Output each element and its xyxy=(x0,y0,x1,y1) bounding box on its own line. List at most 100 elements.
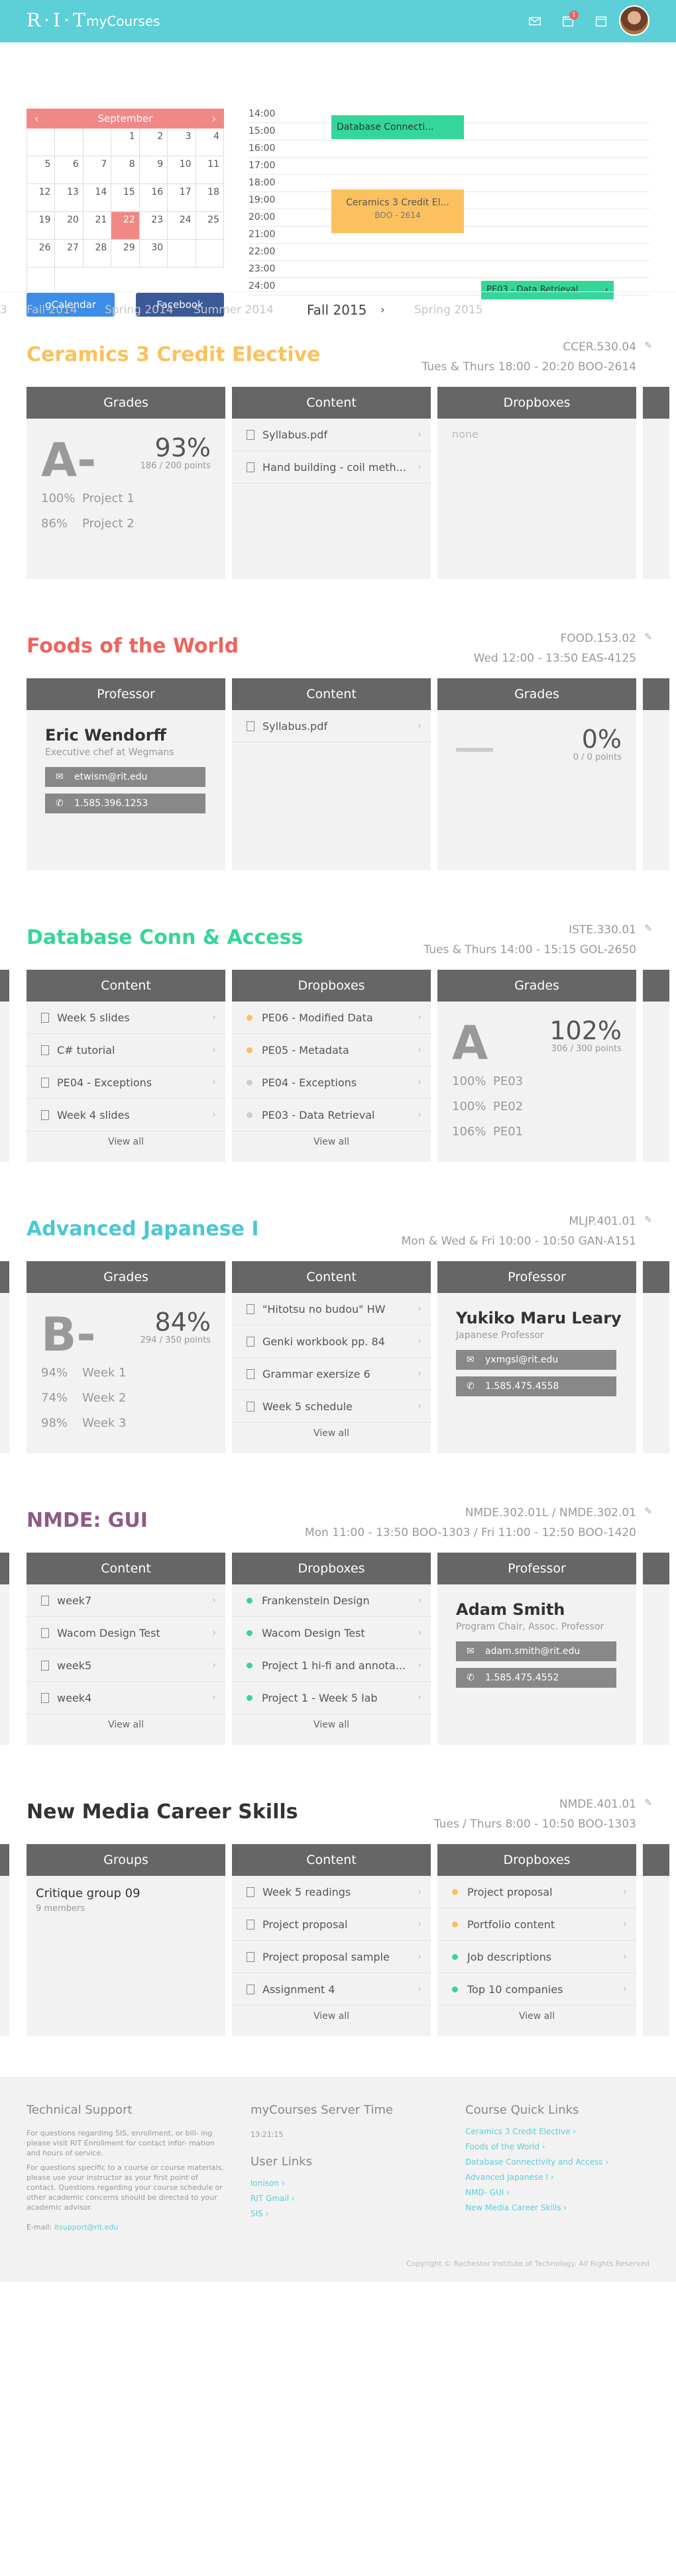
course-title[interactable]: Database Conn & Access xyxy=(27,926,303,949)
calendar-day[interactable]: 15 xyxy=(111,184,140,212)
list-item[interactable]: week4 › xyxy=(27,1682,225,1714)
grade-line[interactable]: 94% Week 1 xyxy=(41,1366,127,1380)
calendar-day[interactable]: 1 xyxy=(111,129,140,156)
calendar-day[interactable]: 17 xyxy=(168,184,196,212)
calendar-day[interactable]: 2 xyxy=(139,129,168,156)
next-month-button[interactable]: › xyxy=(212,113,216,125)
list-item[interactable]: Week 4 slides › xyxy=(27,1099,225,1131)
calendar-day[interactable]: 30 xyxy=(139,240,168,268)
list-item[interactable]: Wacom Design Test › xyxy=(27,1617,225,1649)
list-item[interactable]: "Hitotsu no budou" HW › xyxy=(232,1293,431,1325)
calendar-day[interactable]: 29 xyxy=(111,240,140,268)
calendar-day[interactable]: 20 xyxy=(55,212,84,240)
list-item[interactable]: Top 10 companies › xyxy=(437,1973,636,2006)
view-all-link[interactable]: View all xyxy=(232,1137,431,1147)
list-item[interactable]: Job descriptions › xyxy=(437,1941,636,1973)
grade-line[interactable]: 98% Week 3 xyxy=(41,1416,127,1430)
semester-tab[interactable]: Fall 2014 xyxy=(27,303,78,317)
rit-logo[interactable]: R·I·T xyxy=(27,9,89,31)
semester-tab[interactable]: Spring 2014 xyxy=(105,303,174,317)
support-email-link[interactable]: itsupport@rit.edu xyxy=(54,2223,119,2232)
edit-pencil-icon[interactable]: ✎ xyxy=(644,1798,652,1808)
list-item[interactable]: Syllabus.pdf › xyxy=(232,710,431,743)
mail-icon[interactable] xyxy=(526,12,544,30)
calendar-day[interactable]: 27 xyxy=(55,240,84,268)
calendar-day[interactable]: 16 xyxy=(139,184,168,212)
quick-link[interactable]: NMD- GUI › xyxy=(465,2185,608,2200)
phone-button[interactable]: ✆ 1.585.475.4558 xyxy=(456,1376,616,1396)
list-item[interactable]: C# tutorial › xyxy=(27,1034,225,1066)
timeline-event[interactable]: Ceramics 3 Credit El... BOO - 2614 xyxy=(331,189,464,233)
edit-pencil-icon[interactable]: ✎ xyxy=(644,1215,652,1225)
prev-month-button[interactable]: ‹ xyxy=(34,113,38,125)
edit-pencil-icon[interactable]: ✎ xyxy=(644,340,652,351)
timeline-event[interactable]: Database Connecti... xyxy=(331,115,464,139)
calendar-notification-icon[interactable]: 1 xyxy=(559,11,579,30)
view-all-link[interactable]: View all xyxy=(232,2011,431,2022)
footer-link[interactable]: RIT Gmail › xyxy=(251,2191,295,2206)
email-button[interactable]: ✉ adam.smith@rit.edu xyxy=(456,1641,616,1661)
edit-pencil-icon[interactable]: ✎ xyxy=(644,632,652,643)
view-all-link[interactable]: View all xyxy=(232,1428,431,1439)
list-item[interactable]: Project proposal sample › xyxy=(232,1941,431,1973)
list-item[interactable]: Project proposal › xyxy=(232,1908,431,1941)
calendar-day[interactable]: 14 xyxy=(83,184,112,212)
quick-link[interactable]: New Media Career Skills › xyxy=(465,2200,608,2216)
view-all-link[interactable]: View all xyxy=(232,1720,431,1730)
course-title[interactable]: Advanced Japanese I xyxy=(27,1217,259,1241)
list-item[interactable]: Assignment 4 › xyxy=(232,1973,431,2006)
calendar-day[interactable]: 10 xyxy=(168,156,196,184)
calendar-day[interactable]: 9 xyxy=(139,156,168,184)
list-item[interactable]: PE04 - Exceptions › xyxy=(232,1066,431,1099)
list-item[interactable]: PE04 - Exceptions › xyxy=(27,1066,225,1099)
list-item[interactable]: Project 1 - Week 5 lab › xyxy=(232,1682,431,1714)
semester-chevron-icon[interactable]: › xyxy=(380,303,385,317)
calendar-day[interactable]: 25 xyxy=(196,212,224,240)
group-name[interactable]: Critique group 09 xyxy=(36,1886,141,1900)
edit-pencil-icon[interactable]: ✎ xyxy=(644,923,652,934)
email-button[interactable]: ✉ etwism@rit.edu xyxy=(45,767,205,787)
user-avatar[interactable] xyxy=(619,5,649,36)
list-item[interactable]: Hand building - coil meth... › xyxy=(232,451,431,484)
grade-line[interactable]: 100% PE02 xyxy=(452,1100,523,1113)
phone-button[interactable]: ✆ 1.585.475.4552 xyxy=(456,1668,616,1688)
view-all-link[interactable]: View all xyxy=(27,1720,225,1730)
calendar-day[interactable]: 24 xyxy=(168,212,196,240)
calendar-day[interactable]: 13 xyxy=(55,184,84,212)
grade-line[interactable]: 86% Project 2 xyxy=(41,517,135,531)
quick-link[interactable]: Advanced Japanese I › xyxy=(465,2170,608,2185)
calendar-day[interactable]: 6 xyxy=(55,156,84,184)
semester-tab[interactable]: Spring 2015 xyxy=(414,303,483,317)
list-item[interactable]: Syllabus.pdf › xyxy=(232,419,431,451)
calendar-day[interactable]: 7 xyxy=(83,156,112,184)
calendar-day[interactable]: 21 xyxy=(83,212,112,240)
calendar-day[interactable]: 8 xyxy=(111,156,140,184)
calendar-day[interactable]: 11 xyxy=(196,156,224,184)
semester-tab[interactable]: 3 xyxy=(0,303,7,317)
calendar-day[interactable]: 18 xyxy=(196,184,224,212)
app-title[interactable]: myCourses xyxy=(86,13,160,29)
view-all-link[interactable]: View all xyxy=(437,2011,636,2022)
semester-tab-active[interactable]: Fall 2015 xyxy=(307,302,366,318)
calendar-day[interactable]: 22 xyxy=(111,212,140,240)
footer-link[interactable]: Ionison › xyxy=(251,2176,295,2191)
edit-pencil-icon[interactable]: ✎ xyxy=(644,1506,652,1517)
list-item[interactable]: Project 1 hi-fi and annota... › xyxy=(232,1649,431,1682)
quick-link[interactable]: Database Connectivity and Access › xyxy=(465,2155,608,2170)
calendar-day[interactable]: 19 xyxy=(27,212,56,240)
quick-link[interactable]: Ceramics 3 Credit Elective › xyxy=(465,2124,608,2139)
calendar-day[interactable]: 5 xyxy=(27,156,56,184)
list-item[interactable]: week5 › xyxy=(27,1649,225,1682)
list-item[interactable]: Frankenstein Design › xyxy=(232,1584,431,1617)
calendar-day[interactable]: 28 xyxy=(83,240,112,268)
list-item[interactable]: Genki workbook pp. 84 › xyxy=(232,1325,431,1358)
calendar-day[interactable]: 23 xyxy=(139,212,168,240)
email-button[interactable]: ✉ yxmgsl@rit.edu xyxy=(456,1350,616,1370)
timeline-event[interactable]: PE03 - Data Retrieval › xyxy=(481,281,614,299)
grade-line[interactable]: 100% Project 1 xyxy=(41,491,135,505)
phone-button[interactable]: ✆ 1.585.396.1253 xyxy=(45,794,205,813)
grade-line[interactable]: 74% Week 2 xyxy=(41,1391,127,1405)
course-title[interactable]: Ceramics 3 Credit Elective xyxy=(27,343,320,366)
calendar-day[interactable]: 12 xyxy=(27,184,56,212)
course-title[interactable]: NMDE: GUI xyxy=(27,1509,148,1532)
